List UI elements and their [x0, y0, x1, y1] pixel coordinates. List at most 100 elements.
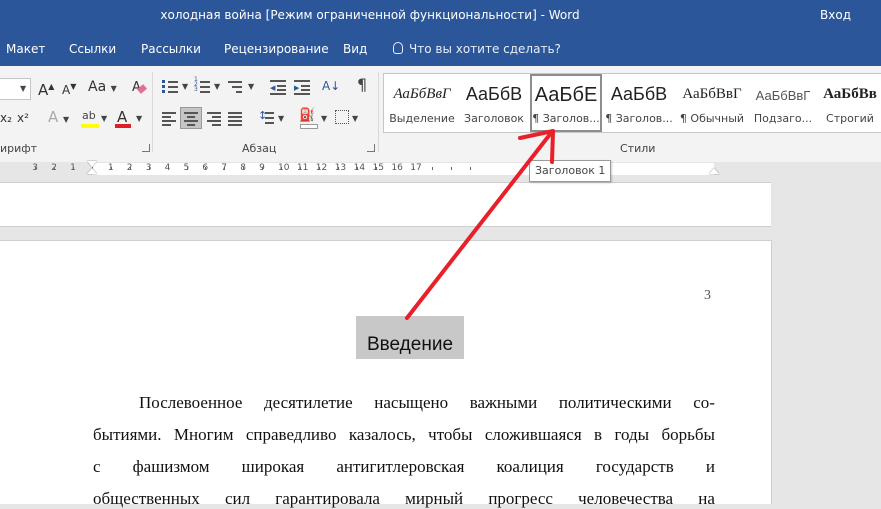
paragraph-word: коалиция [496, 457, 564, 476]
paragraph-word: борьбы [661, 425, 715, 444]
lightbulb-icon [393, 42, 403, 54]
ruler-tick [243, 167, 245, 170]
ruler-tick [432, 167, 434, 170]
font-group-label: ирифт [0, 142, 38, 155]
pilcrow-icon[interactable]: ¶ [357, 76, 367, 94]
ruler-tick [318, 167, 320, 170]
grow-font-button[interactable]: A▲ [38, 78, 54, 99]
style-title[interactable]: АаБбВ Заголовок [459, 74, 529, 132]
shading-button[interactable]: ⛽ ▼ [299, 108, 329, 129]
ruler-tick [470, 167, 471, 170]
window-title: холодная война [Режим ограниченной функц… [160, 8, 580, 22]
hanging-indent-marker[interactable] [87, 168, 97, 174]
ruler-tick [299, 167, 301, 170]
clear-formatting-icon[interactable]: A [130, 80, 147, 95]
tab-view[interactable]: Вид [343, 42, 367, 56]
paragraph-word: и [705, 457, 715, 476]
ruler-tick [110, 167, 112, 170]
paragraph-word: справедливо [245, 425, 337, 444]
ruler-tick [129, 167, 131, 170]
paragraph-group-label: Абзац [242, 142, 277, 155]
paragraph-line: Послевоенное десятилетие насыщено важными по… [139, 393, 715, 413]
page-number: 3 [704, 288, 711, 303]
tab-review[interactable]: Рецензирование [224, 42, 329, 56]
ruler-tick [451, 167, 453, 170]
font-size-box[interactable]: ▼ [0, 78, 31, 100]
align-left-button[interactable] [162, 111, 178, 127]
ruler-tick [205, 167, 207, 170]
tab-layout[interactable]: Макет [6, 42, 45, 56]
text-effects-button[interactable]: A ▼ [48, 108, 69, 129]
paragraph-word: политическими [558, 393, 672, 412]
style-heading-2[interactable]: АаБбВ ¶ Заголов... [604, 74, 674, 132]
subscript-button[interactable]: x₂ [0, 109, 12, 127]
paragraph-word: в [594, 425, 603, 444]
ruler-tick [73, 167, 75, 170]
justify-button[interactable] [228, 111, 244, 127]
paragraph-word: насыщено [374, 393, 449, 412]
paragraph-word: казалось, [348, 425, 416, 444]
paragraph-word: сложившаяся [484, 425, 582, 444]
sort-button[interactable]: A↓ [322, 77, 340, 95]
paragraph-word: антигитлеровская [336, 457, 465, 476]
ruler-tick [281, 167, 282, 170]
styles-gallery: АаБбВвГ Выделение АаБбВ Заголовок АаБбЕ … [383, 73, 881, 133]
style-subtitle[interactable]: АаБбВвГ Подзаго... [750, 74, 816, 132]
paragraph-word: Многим [173, 425, 234, 444]
decrease-indent-button[interactable]: ◀ [270, 79, 288, 95]
first-line-indent-marker[interactable] [87, 161, 97, 167]
tell-me-text: Что вы хотите сделать? [409, 42, 561, 56]
tell-me-box[interactable]: Что вы хотите сделать? [393, 42, 561, 56]
ruler-number: 12 [315, 163, 328, 173]
tab-references[interactable]: Ссылки [69, 42, 116, 56]
style-heading-1[interactable]: АаБбЕ ¶ Заголов... [530, 74, 602, 132]
shrink-font-button[interactable]: A▼ [62, 78, 76, 99]
document-page-previous [0, 182, 772, 227]
style-normal[interactable]: АаБбВвГ ¶ Обычный [676, 74, 748, 132]
align-center-button[interactable] [180, 107, 202, 129]
chevron-down-icon: ▼ [20, 84, 27, 93]
paragraph-word: широкая [241, 457, 305, 476]
font-dialog-launcher[interactable] [142, 144, 150, 152]
ruler-tick [54, 167, 56, 170]
ruler-tick [413, 167, 415, 170]
ruler-tick [337, 167, 339, 170]
ribbon: ▼ A▲ A▼ Aa ▼ A x₂ x² A ▼ ab ▼ A ▼ ирифт … [0, 66, 881, 163]
bullets-button[interactable]: ▼ [162, 79, 190, 95]
paragraph-line: бытиями. Многим справедливо казалось, чтобы с… [93, 425, 715, 445]
paragraph-word: с [93, 457, 101, 476]
styles-group-label: Стили [620, 142, 656, 155]
right-indent-marker[interactable] [709, 168, 719, 174]
paragraph-line: общественных сил гарантировала мирный прогре… [93, 489, 715, 509]
numbering-button[interactable]: 123 ▼ [194, 77, 224, 95]
paragraph-word: человечества [578, 489, 674, 508]
font-color-button[interactable]: A ▼ [114, 108, 142, 130]
signin-link[interactable]: Вход [820, 8, 851, 22]
align-right-button[interactable] [207, 111, 223, 127]
style-emphasis[interactable]: АаБбВвГ Выделение [387, 74, 457, 132]
paragraph-word: чтобы [428, 425, 473, 444]
multilevel-list-button[interactable]: ▼ [228, 79, 258, 95]
paragraph-word: общественных [93, 489, 200, 508]
ruler-tick [394, 167, 396, 170]
paragraph-word: фашизмом [132, 457, 210, 476]
superscript-button[interactable]: x² [17, 109, 29, 127]
line-spacing-button[interactable]: ↕ ▼ [258, 109, 286, 127]
increase-indent-button[interactable]: ▶ [294, 79, 312, 95]
ruler-tick [224, 167, 226, 170]
style-strong[interactable]: АаБбВв Строгий [818, 74, 881, 132]
ruler-tick [375, 167, 377, 170]
ruler-tick [356, 167, 358, 170]
paragraph-dialog-launcher[interactable] [367, 144, 375, 152]
paint-bucket-icon: ⛽ [299, 108, 316, 123]
borders-button[interactable]: ▼ [335, 109, 363, 127]
group-separator [378, 72, 379, 152]
document-heading[interactable]: Введение [356, 334, 464, 356]
ruler-number: 11 [296, 163, 309, 173]
paragraph-word: годы [614, 425, 650, 444]
tab-mailings[interactable]: Рассылки [141, 42, 201, 56]
style-tooltip: Заголовок 1 [529, 160, 612, 182]
highlight-color-button[interactable]: ab ▼ [80, 108, 107, 130]
paragraph-word: со- [693, 393, 715, 412]
change-case-button[interactable]: Aa ▼ [88, 78, 117, 98]
